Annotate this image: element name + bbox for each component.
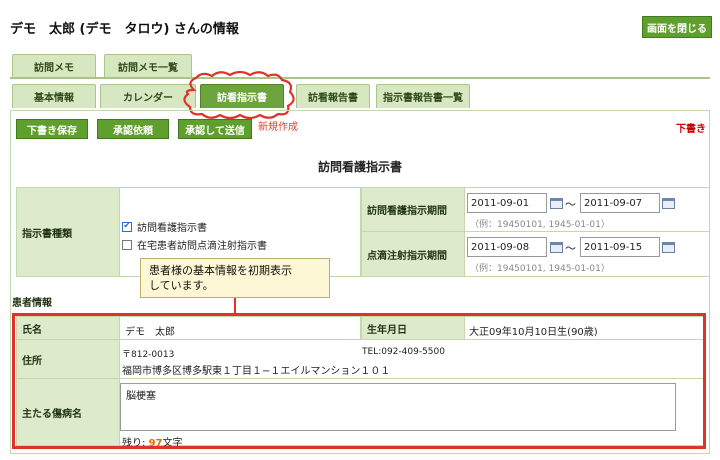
visit-period-to-input[interactable]: 2011-09-07 bbox=[580, 193, 660, 213]
page-title: デモ 太郎 (デモ タロウ) さんの情報 bbox=[10, 22, 239, 37]
patient-info-heading: 患者情報 bbox=[12, 298, 52, 309]
patient-address: 福岡市博多区博多駅東１丁目１−１エイルマンション１０１ bbox=[122, 366, 391, 377]
draft-status-label: 下書き bbox=[676, 124, 706, 135]
drip-period-label: 点滴注射指示期間 bbox=[361, 231, 465, 277]
tab-visit-report[interactable]: 訪看報告書 bbox=[296, 84, 370, 108]
postal-code: 〒812-0013 bbox=[122, 350, 175, 360]
option-visit-nursing-label: 訪問看護指示書 bbox=[137, 223, 207, 234]
drip-period-to-input[interactable]: 2011-09-15 bbox=[580, 237, 660, 257]
new-creation-label: 新規作成 bbox=[258, 122, 298, 133]
callout-line-2: しています。 bbox=[149, 279, 214, 292]
visit-period-from-input[interactable]: 2011-09-01 bbox=[467, 193, 547, 213]
instruction-type-label: 指示書種類 bbox=[16, 187, 120, 277]
date-format-example: （例：19450101, 1945-01-01） bbox=[470, 264, 610, 274]
tab-basic-info[interactable]: 基本情報 bbox=[12, 84, 96, 108]
date-format-example: （例：19450101, 1945-01-01） bbox=[470, 220, 610, 230]
tab-visit-instruction[interactable]: 訪看指示書 bbox=[200, 84, 284, 108]
drip-period-from-input[interactable]: 2011-09-08 bbox=[467, 237, 547, 257]
dob-label: 生年月日 bbox=[361, 316, 465, 340]
disease-label: 主たる傷病名 bbox=[16, 378, 120, 446]
annotation-callout: 患者様の基本情報を初期表示 しています。 bbox=[140, 258, 330, 298]
tab-bar-divider bbox=[10, 77, 710, 79]
calendar-icon[interactable] bbox=[550, 242, 563, 253]
calendar-icon[interactable] bbox=[662, 198, 675, 209]
name-label: 氏名 bbox=[16, 316, 120, 340]
calendar-icon[interactable] bbox=[550, 198, 563, 209]
remaining-chars: 残り: 97文字 bbox=[122, 434, 182, 449]
form-title: 訪問看護指示書 bbox=[317, 160, 402, 174]
callout-pointer bbox=[234, 297, 236, 315]
tab-visit-memo-list[interactable]: 訪問メモ一覧 bbox=[104, 54, 192, 78]
tab-calendar[interactable]: カレンダー bbox=[100, 84, 196, 108]
request-approval-button[interactable]: 承認依頼 bbox=[97, 119, 169, 139]
draft-save-button[interactable]: 下書き保存 bbox=[16, 119, 88, 139]
tab-instruction-report-list[interactable]: 指示書報告書一覧 bbox=[376, 84, 470, 108]
disease-textarea[interactable]: 脳梗塞 bbox=[120, 383, 676, 431]
callout-line-1: 患者様の基本情報を初期表示 bbox=[149, 264, 292, 277]
option-home-drip-label: 在宅患者訪問点滴注射指示書 bbox=[137, 241, 267, 252]
patient-name: デモ 太郎 bbox=[119, 316, 361, 340]
option-visit-nursing[interactable]: ✔ 訪問看護指示書 bbox=[122, 219, 207, 234]
range-tilde: 〜 bbox=[565, 242, 576, 255]
option-home-drip[interactable]: 在宅患者訪問点滴注射指示書 bbox=[122, 237, 267, 252]
visit-period-label: 訪問看護指示期間 bbox=[361, 187, 465, 232]
calendar-icon[interactable] bbox=[662, 242, 675, 253]
range-tilde: 〜 bbox=[565, 198, 576, 211]
remaining-prefix: 残り: bbox=[122, 438, 149, 449]
remaining-suffix: 文字 bbox=[162, 438, 183, 449]
tab-visit-memo[interactable]: 訪問メモ bbox=[12, 54, 96, 78]
phone-number: TEL:092-409-5500 bbox=[362, 347, 445, 357]
checkbox-checked-icon[interactable]: ✔ bbox=[122, 221, 132, 232]
close-screen-button[interactable]: 画面を閉じる bbox=[642, 16, 712, 38]
patient-dob: 大正09年10月10日生(90歳) bbox=[464, 316, 704, 340]
remaining-count: 97 bbox=[148, 438, 163, 449]
address-label: 住所 bbox=[16, 339, 120, 379]
checkbox-empty-icon[interactable] bbox=[122, 239, 132, 250]
approve-and-send-button[interactable]: 承認して送信 bbox=[178, 119, 252, 139]
